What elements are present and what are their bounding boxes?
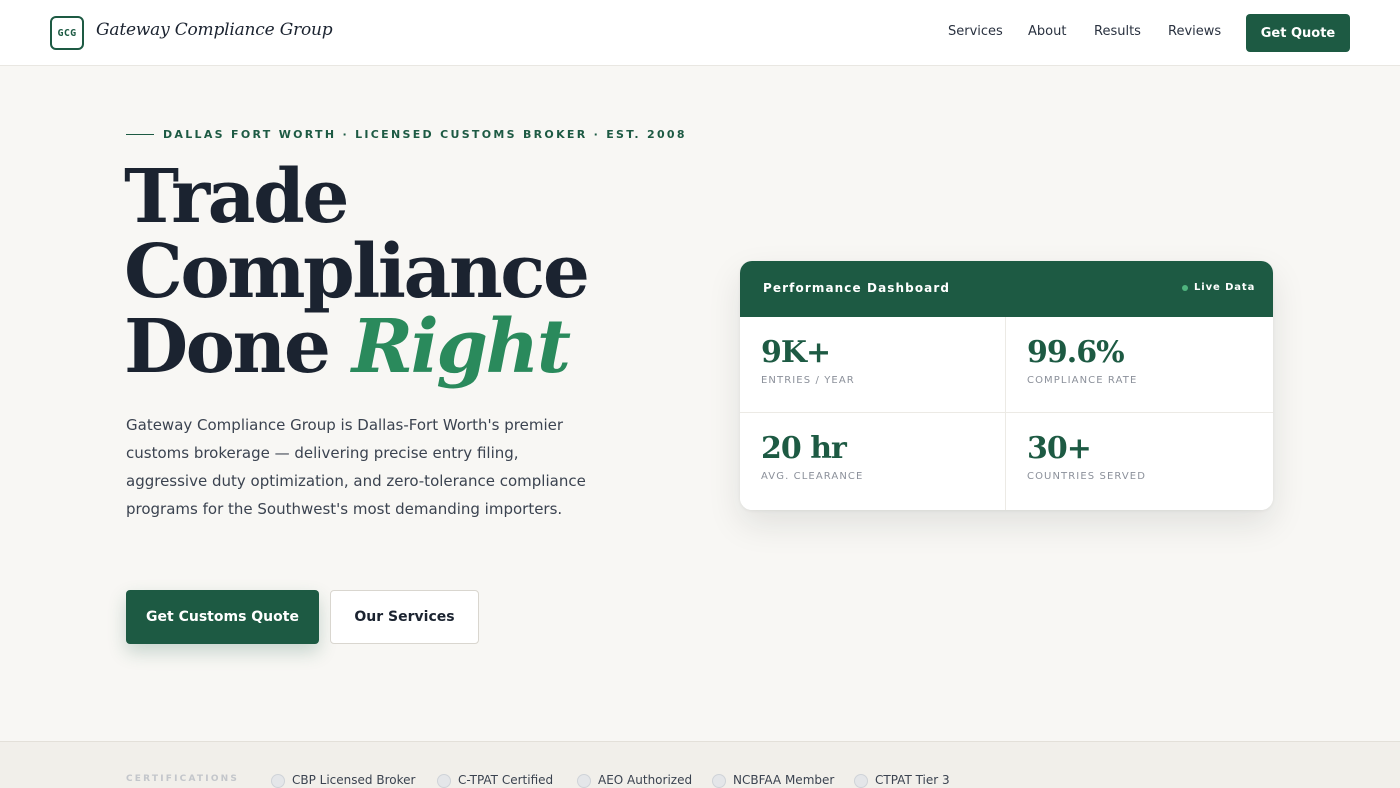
headline-accent: Right [351, 304, 571, 390]
certifications-bar: CERTIFICATIONS CBP Licensed Broker C-TPA… [0, 741, 1400, 788]
nav-about-link[interactable]: About [1028, 24, 1066, 39]
badge-icon [712, 774, 726, 788]
metric-countries-served: 30+ COUNTRIES SERVED [1006, 413, 1273, 510]
metric-avg-clearance: 20 hr AVG. CLEARANCE [740, 413, 1006, 510]
certification-item: AEO Authorized [577, 771, 692, 788]
performance-dashboard-card: Performance Dashboard Live Data 9K+ ENTR… [740, 261, 1273, 510]
badge-icon [437, 774, 451, 788]
metric-value: 99.6% [1027, 335, 1125, 370]
certification-label: NCBFAA Member [733, 772, 835, 787]
badge-icon [271, 774, 285, 788]
headline-line-2: Compliance [124, 229, 590, 315]
certifications-heading: CERTIFICATIONS [126, 774, 240, 784]
metric-value: 20 hr [761, 431, 847, 466]
nav-services-link[interactable]: Services [948, 24, 1003, 39]
headline-line-1: Trade [124, 154, 349, 240]
certification-item: CTPAT Tier 3 [854, 771, 950, 788]
metric-label: COUNTRIES SERVED [1027, 471, 1147, 482]
hero-headline: Trade Compliance Done Right [124, 160, 590, 385]
badge-icon [854, 774, 868, 788]
metric-label: COMPLIANCE RATE [1027, 375, 1138, 386]
metric-value: 9K+ [761, 335, 831, 370]
certification-label: C-TPAT Certified [458, 772, 554, 787]
hero-intro: Gateway Compliance Group is Dallas-Fort … [126, 416, 586, 518]
live-indicator-icon [1182, 285, 1188, 291]
eyebrow-divider [126, 134, 154, 135]
metric-value: 30+ [1027, 431, 1092, 466]
metric-label: AVG. CLEARANCE [761, 471, 864, 482]
get-customs-quote-button[interactable]: Get Customs Quote [126, 590, 319, 644]
nav-results-link[interactable]: Results [1094, 24, 1141, 39]
site-header: GCG Gateway Compliance Group Services Ab… [0, 0, 1400, 66]
badge-icon [577, 774, 591, 788]
certification-label: AEO Authorized [598, 772, 693, 787]
certification-label: CTPAT Tier 3 [875, 772, 950, 787]
certification-label: CBP Licensed Broker [292, 772, 416, 787]
brand-name[interactable]: Gateway Compliance Group [96, 20, 333, 40]
metric-compliance-rate: 99.6% COMPLIANCE RATE [1006, 317, 1273, 413]
metric-entries: 9K+ ENTRIES / YEAR [740, 317, 1006, 413]
headline-line-3: Done [124, 304, 331, 390]
certification-item: C-TPAT Certified [437, 771, 553, 788]
live-data-label: Live Data [1194, 282, 1256, 293]
hero-eyebrow: DALLAS FORT WORTH · LICENSED CUSTOMS BRO… [163, 128, 687, 141]
our-services-button[interactable]: Our Services [330, 590, 479, 644]
dashboard-title: Performance Dashboard [763, 281, 951, 295]
certification-item: CBP Licensed Broker [271, 771, 415, 788]
dashboard-header: Performance Dashboard Live Data [740, 261, 1273, 317]
nav-reviews-link[interactable]: Reviews [1168, 24, 1221, 39]
logo-icon[interactable]: GCG [50, 16, 84, 50]
certification-item: NCBFAA Member [712, 771, 834, 788]
metric-label: ENTRIES / YEAR [761, 375, 855, 386]
get-quote-button[interactable]: Get Quote [1246, 14, 1350, 52]
